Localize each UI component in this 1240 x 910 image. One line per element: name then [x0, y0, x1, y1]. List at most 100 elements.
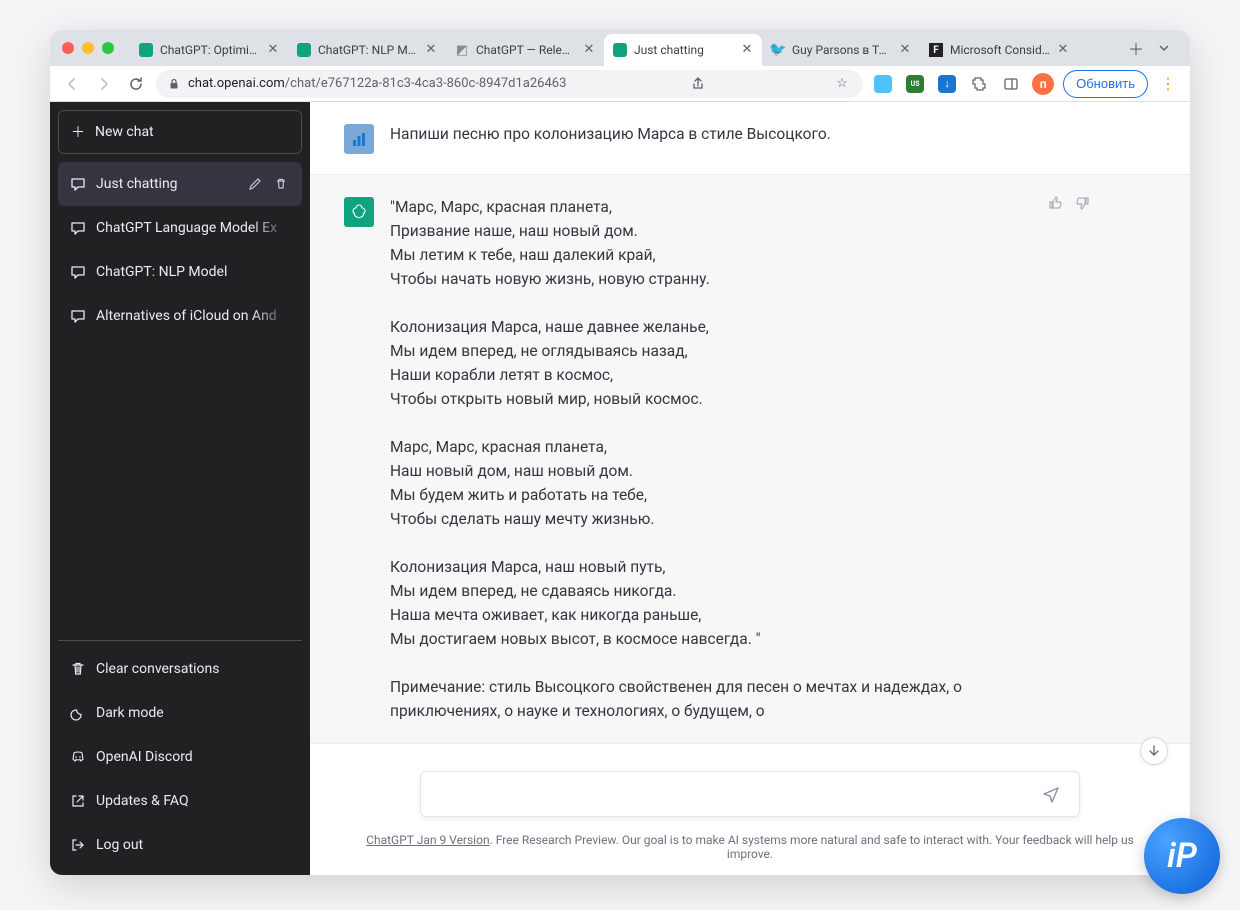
tab-label: ChatGPT: Optimizing — [160, 43, 260, 57]
send-button[interactable] — [1037, 780, 1065, 808]
tab-dropdown-button[interactable] — [1150, 34, 1178, 62]
chat-icon — [70, 308, 86, 324]
message-input-box — [420, 771, 1080, 817]
clear-label: Clear conversations — [96, 661, 219, 677]
extensions-icon[interactable] — [967, 72, 991, 96]
new-chat-label: New chat — [95, 124, 154, 140]
extension-us-icon[interactable]: US — [903, 72, 927, 96]
dark-label: Dark mode — [96, 705, 164, 721]
delete-icon[interactable] — [274, 177, 290, 191]
chat-icon — [70, 264, 86, 280]
conversation-item[interactable]: Alternatives of iCloud on And — [58, 294, 302, 338]
tab-close-icon[interactable]: ✕ — [898, 43, 912, 57]
main-panel: Напиши песню про колонизацию Марса в сти… — [310, 102, 1190, 875]
maximize-window-button[interactable] — [102, 42, 114, 54]
tab-label: ChatGPT: NLP Model — [318, 43, 418, 57]
lock-icon — [168, 78, 180, 90]
profile-avatar[interactable]: п — [1031, 72, 1055, 96]
discord-icon — [70, 749, 86, 765]
share-icon[interactable] — [691, 77, 709, 91]
user-avatar — [344, 124, 374, 154]
assistant-avatar — [344, 197, 374, 227]
scroll-to-bottom-button[interactable] — [1140, 737, 1168, 765]
footer: ChatGPT Jan 9 Version. Free Research Pre… — [310, 825, 1190, 875]
app-content: ＋ New chat Just chatting ChatGPT Language… — [50, 102, 1190, 875]
moon-icon — [70, 705, 86, 721]
watermark-badge: iP — [1144, 818, 1220, 894]
message-input[interactable] — [435, 785, 1037, 803]
version-link[interactable]: ChatGPT Jan 9 Version — [366, 833, 489, 847]
reload-button[interactable] — [124, 72, 148, 96]
minimize-window-button[interactable] — [82, 42, 94, 54]
conversation-label: Just chatting — [96, 176, 238, 192]
thumbs-up-icon[interactable] — [1048, 195, 1064, 211]
browser-tab[interactable]: ChatGPT: Optimizing ✕ — [130, 34, 288, 66]
logout-button[interactable]: Log out — [58, 823, 302, 867]
faq-label: Updates & FAQ — [96, 793, 189, 809]
update-button[interactable]: Обновить — [1063, 70, 1148, 98]
feedback-buttons — [1048, 195, 1090, 211]
bookmark-icon[interactable]: ☆ — [833, 76, 851, 91]
tab-label: Just chatting — [634, 43, 734, 57]
address-bar[interactable]: chat.openai.com/chat/e767122a-81c3-4ca3-… — [156, 70, 863, 98]
input-area — [310, 757, 1190, 825]
tab-label: ChatGPT — Release — [476, 43, 576, 57]
tab-label: Microsoft Considers — [950, 43, 1050, 57]
browser-tab[interactable]: Just chatting ✕ — [604, 34, 762, 66]
new-tab-button[interactable]: ＋ — [1122, 34, 1150, 62]
sidebar-divider — [58, 640, 302, 641]
extension-cloud-icon[interactable] — [871, 72, 895, 96]
conversation-label: ChatGPT Language Model Ex — [96, 220, 290, 236]
discord-label: OpenAI Discord — [96, 749, 193, 765]
browser-tab[interactable]: FMicrosoft Considers✕ — [920, 34, 1078, 66]
forward-button[interactable] — [92, 72, 116, 96]
dark-mode-button[interactable]: Dark mode — [58, 691, 302, 735]
browser-tab[interactable]: ◩ChatGPT — Release✕ — [446, 34, 604, 66]
user-message-text: Напиши песню про колонизацию Марса в сти… — [390, 122, 1190, 154]
assistant-message: "Марс, Марс, красная планета, Призвание … — [310, 174, 1190, 744]
user-message: Напиши песню про колонизацию Марса в сти… — [310, 102, 1190, 174]
browser-tab[interactable]: ChatGPT: NLP Model ✕ — [288, 34, 446, 66]
clear-conversations-button[interactable]: Clear conversations — [58, 647, 302, 691]
updates-faq-button[interactable]: Updates & FAQ — [58, 779, 302, 823]
tab-favicon: 🐦 — [770, 42, 786, 58]
assistant-message-text: "Марс, Марс, красная планета, Призвание … — [390, 195, 1190, 723]
new-chat-button[interactable]: ＋ New chat — [58, 110, 302, 154]
tab-favicon — [138, 42, 154, 58]
tab-close-icon[interactable]: ✕ — [266, 43, 280, 57]
extension-download-icon[interactable]: ↓ — [935, 72, 959, 96]
discord-button[interactable]: OpenAI Discord — [58, 735, 302, 779]
tab-close-icon[interactable]: ✕ — [1056, 43, 1070, 57]
tab-close-icon[interactable]: ✕ — [424, 43, 438, 57]
tab-strip: ChatGPT: Optimizing✕ChatGPT: NLP Model✕◩… — [130, 30, 1116, 66]
logout-label: Log out — [96, 837, 143, 853]
conversation-item[interactable]: Just chatting — [58, 162, 302, 206]
back-button[interactable] — [60, 72, 84, 96]
titlebar: ChatGPT: Optimizing✕ChatGPT: NLP Model✕◩… — [50, 30, 1190, 66]
browser-menu-button[interactable]: ⋮ — [1156, 74, 1180, 93]
tab-favicon — [296, 42, 312, 58]
tab-close-icon[interactable]: ✕ — [740, 43, 754, 57]
close-window-button[interactable] — [62, 42, 74, 54]
conversation-list: Just chatting ChatGPT Language Model Ex Ch… — [58, 162, 302, 636]
conversation-label: Alternatives of iCloud on And — [96, 308, 290, 324]
logout-icon — [70, 837, 86, 853]
window-controls — [62, 42, 114, 54]
thumbs-down-icon[interactable] — [1074, 195, 1090, 211]
browser-tab[interactable]: 🐦Guy Parsons в Твит✕ — [762, 34, 920, 66]
toolbar: chat.openai.com/chat/e767122a-81c3-4ca3-… — [50, 66, 1190, 102]
conversation-item[interactable]: ChatGPT Language Model Ex — [58, 206, 302, 250]
sidepanel-icon[interactable] — [999, 72, 1023, 96]
footer-text: . Free Research Preview. Our goal is to … — [490, 833, 1134, 861]
edit-icon[interactable] — [248, 177, 264, 191]
chat-scroll[interactable]: Напиши песню про колонизацию Марса в сти… — [310, 102, 1190, 757]
trash-icon — [70, 661, 86, 677]
chat-icon — [70, 220, 86, 236]
tab-close-icon[interactable]: ✕ — [582, 43, 596, 57]
conversation-label: ChatGPT: NLP Model — [96, 264, 290, 280]
external-link-icon — [70, 793, 86, 809]
url-host: chat.openai.com/chat/e767122a-81c3-4ca3-… — [188, 76, 566, 91]
conversation-item[interactable]: ChatGPT: NLP Model — [58, 250, 302, 294]
chat-icon — [70, 176, 86, 192]
tab-favicon — [612, 42, 628, 58]
